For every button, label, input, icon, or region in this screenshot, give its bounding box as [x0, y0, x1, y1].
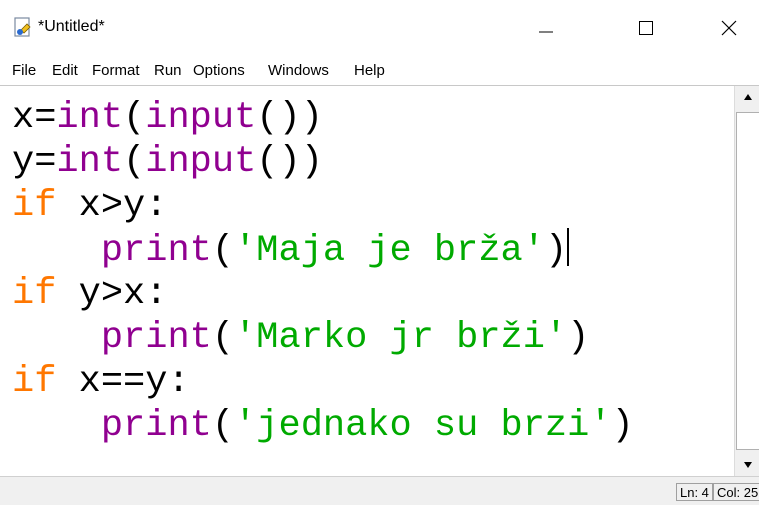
code-token-builtin: int: [56, 141, 124, 183]
code-token-keyword: if: [12, 361, 57, 403]
arrow-down-icon: [743, 462, 752, 468]
menu-options[interactable]: Options: [193, 62, 245, 79]
menu-windows[interactable]: Windows: [268, 62, 329, 79]
code-editor[interactable]: x=int(input()) y=int(input()) if x>y: prin…: [0, 86, 734, 476]
code-token-plain: x>y:: [56, 185, 168, 227]
minimize-button[interactable]: [516, 0, 576, 56]
code-token-string: 'jednako su brzi': [234, 405, 612, 447]
code-token-plain: x==y:: [56, 361, 190, 403]
menu-run[interactable]: Run: [154, 62, 182, 79]
title-bar: *Untitled*: [0, 0, 759, 56]
menu-file[interactable]: File: [12, 62, 36, 79]
code-token-plain: (: [123, 141, 146, 183]
arrow-up-icon: [743, 94, 752, 100]
status-line: Ln: 4: [676, 483, 713, 501]
code-token-builtin: input: [145, 97, 257, 139]
code-token-builtin: print: [100, 230, 212, 272]
code-token-plain: ): [611, 405, 634, 447]
code-line[interactable]: print('Marko jr brži'): [12, 316, 590, 360]
code-token-string: 'Marko jr brži': [234, 317, 568, 359]
code-line[interactable]: y=int(input()): [12, 140, 323, 184]
menu-bar: File Edit Format Run Options Windows Hel…: [0, 57, 759, 86]
minimize-icon: [539, 31, 553, 33]
scrollbar-thumb[interactable]: [736, 112, 759, 450]
code-line[interactable]: x=int(input()): [12, 96, 323, 140]
code-token-plain: y>x:: [56, 273, 168, 315]
maximize-icon: [639, 21, 653, 35]
status-bar: Ln: 4 Col: 25: [0, 476, 759, 505]
scroll-down-button[interactable]: [735, 456, 759, 474]
close-icon: [721, 20, 737, 36]
code-line[interactable]: if y>x:: [12, 272, 167, 316]
menu-edit[interactable]: Edit: [52, 62, 78, 79]
code-token-plain: (: [211, 405, 235, 447]
code-token-plain: (: [211, 317, 235, 359]
code-token-plain: ()): [256, 97, 323, 139]
idle-app-icon: [14, 17, 31, 37]
window-title: *Untitled*: [38, 18, 105, 35]
code-token-plain: ): [567, 317, 590, 359]
status-column: Col: 25: [713, 483, 759, 501]
code-token-builtin: int: [56, 97, 124, 139]
close-button[interactable]: [699, 0, 759, 56]
menu-help[interactable]: Help: [354, 62, 385, 79]
scroll-up-button[interactable]: [735, 88, 759, 106]
code-token-plain: (: [123, 97, 146, 139]
code-token-builtin: print: [100, 405, 212, 447]
text-cursor: [567, 228, 570, 266]
code-token-string: 'Maja je brža': [234, 230, 545, 272]
code-line[interactable]: print('Maja je brža'): [12, 228, 570, 272]
code-line[interactable]: if x>y:: [12, 184, 167, 228]
code-token-builtin: input: [145, 141, 257, 183]
menu-format[interactable]: Format: [92, 62, 140, 79]
vertical-scrollbar[interactable]: [734, 86, 759, 476]
maximize-button[interactable]: [616, 0, 676, 56]
code-token-plain: x=: [12, 97, 57, 139]
code-line[interactable]: if x==y:: [12, 360, 190, 404]
code-token-plain: ): [544, 230, 568, 272]
code-line[interactable]: print('jednako su brzi'): [12, 404, 634, 448]
code-token-keyword: if: [12, 185, 57, 227]
code-token-plain: (: [211, 230, 235, 272]
code-token-plain: ()): [256, 141, 323, 183]
code-token-plain: y=: [12, 141, 57, 183]
code-token-keyword: if: [12, 273, 57, 315]
code-token-builtin: print: [100, 317, 212, 359]
